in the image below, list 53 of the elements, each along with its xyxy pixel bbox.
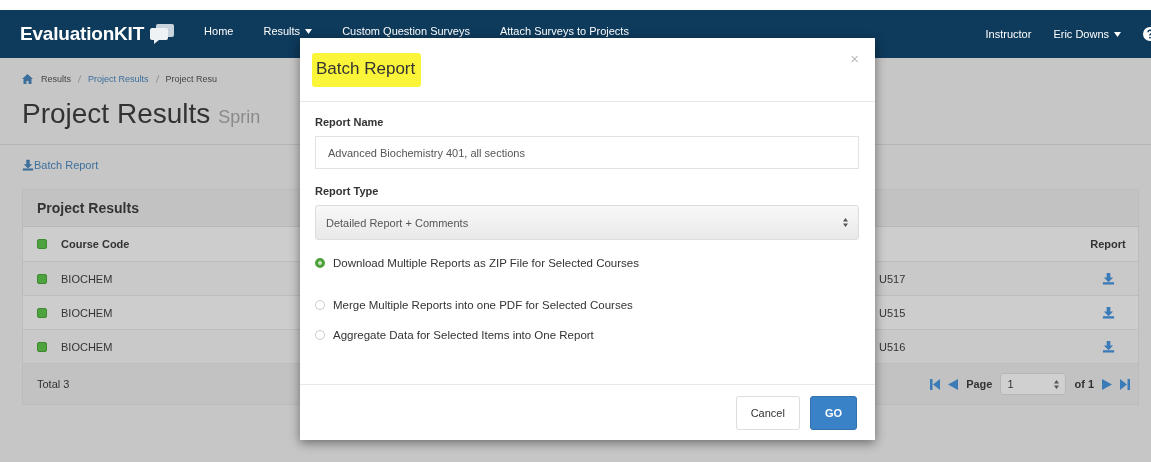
breadcrumb-item: Project Resu <box>165 74 218 84</box>
option-label[interactable]: Merge Multiple Reports into one PDF for Selected Courses <box>333 299 633 311</box>
user-menu[interactable]: Eric Downs <box>1053 28 1121 40</box>
report-name-field[interactable]: Advanced Biochemistry 401, all sections <box>315 136 859 169</box>
radio-button[interactable] <box>315 258 325 268</box>
page-label: Page <box>966 378 993 390</box>
checkbox[interactable] <box>37 341 47 352</box>
table-cell: BIOCHEM <box>61 340 113 353</box>
nav-link[interactable]: Results <box>263 25 313 43</box>
column-header: Report <box>1089 238 1127 250</box>
download-icon <box>22 159 34 171</box>
page-count: of 1 <box>1074 378 1094 390</box>
caret-icon[interactable] <box>305 28 313 34</box>
checkbox[interactable] <box>37 273 47 284</box>
next-page-icon[interactable] <box>1102 378 1112 390</box>
breadcrumb-item: Results <box>41 74 71 84</box>
table-cell: BIOCHEM <box>61 272 113 285</box>
field-label: Report Name <box>315 116 385 128</box>
checkbox[interactable] <box>37 307 47 318</box>
option-label[interactable]: Aggregate Data for Selected Items into One Report <box>333 329 594 341</box>
page-select[interactable]: 1 <box>1000 373 1067 395</box>
table-cell-text: U517 <box>879 272 907 285</box>
home-icon[interactable] <box>22 74 33 84</box>
report-type-select[interactable]: Detailed Report + Comments <box>315 205 859 240</box>
cancel-button[interactable]: Cancel <box>735 395 800 430</box>
radio-button[interactable] <box>315 330 325 340</box>
sort-arrows-icon[interactable] <box>843 218 848 227</box>
brand-logo[interactable]: EvaluationKIT <box>20 23 145 45</box>
table-cell: BIOCHEM <box>61 306 113 319</box>
total-count: Total 3 <box>37 378 70 390</box>
previous-page-icon[interactable] <box>948 378 959 390</box>
last-page-icon[interactable] <box>1120 378 1130 390</box>
checkbox[interactable] <box>37 239 47 249</box>
radio-button[interactable] <box>315 300 325 310</box>
first-page-icon[interactable] <box>930 378 941 390</box>
nav-link[interactable]: Home <box>204 25 234 43</box>
page-title: Project Results <box>22 98 211 130</box>
download-icon[interactable] <box>1101 340 1115 353</box>
table-cell-text: U516 <box>879 340 907 353</box>
chat-bubbles-icon <box>150 24 175 44</box>
panel-title: Project Results <box>37 200 139 216</box>
page-subtitle: Sprin <box>218 107 261 128</box>
nav-link[interactable]: Instructor <box>985 28 1032 40</box>
field-label: Report Type <box>315 185 380 197</box>
table-cell-text: U515 <box>879 306 907 319</box>
dialog-title: Batch Report <box>312 52 422 87</box>
option-label[interactable]: Download Multiple Reports as ZIP File for Selected Courses <box>333 257 639 269</box>
go-button[interactable]: GO <box>809 395 857 430</box>
column-header: Course Code <box>61 238 130 250</box>
sort-arrows-icon[interactable] <box>1054 379 1060 389</box>
caret-icon[interactable] <box>1114 31 1121 37</box>
download-icon[interactable] <box>1101 272 1115 285</box>
download-icon[interactable] <box>1101 306 1115 319</box>
